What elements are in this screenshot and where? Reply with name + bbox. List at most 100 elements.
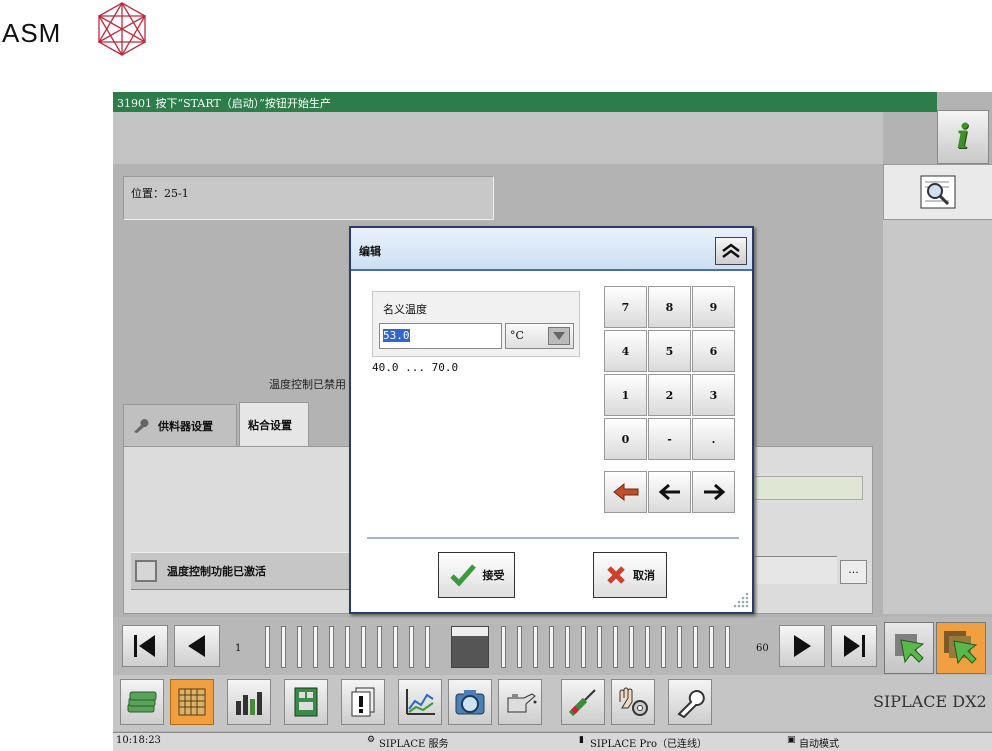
status-service[interactable]: SIPLACE 服务 [379,735,449,750]
prev-page-button[interactable] [174,625,220,667]
zoom-tab[interactable] [883,164,992,220]
unit-select[interactable]: °C [505,323,574,349]
key-4[interactable]: 4 [604,330,647,372]
tab-bonding-settings[interactable]: 粘合设置 [239,402,309,446]
cancel-label: 取消 [633,569,655,582]
position-display: 位置：25-1 [123,176,494,220]
key-6[interactable]: 6 [692,330,735,372]
key-8[interactable]: 8 [648,286,691,328]
asm-logo-icon [97,1,147,57]
status-mode: 自动模式 [799,739,839,750]
green-arrow-icon [895,634,925,664]
place-button[interactable] [936,622,986,674]
path-field [753,556,837,584]
oil-can-tool-button[interactable] [498,679,542,725]
brand-header: ASM [0,0,160,60]
status-connection[interactable]: SIPLACE Pro（已连线） [590,735,707,750]
bar-chart-tool-button[interactable] [227,679,271,725]
arrow-left-icon [658,483,680,501]
oil-can-icon [507,693,537,713]
money-tool-button[interactable] [120,679,164,725]
bar-chart-icon [236,692,262,715]
backspace-icon [612,482,638,502]
board-tool-button[interactable] [284,679,328,725]
service-icon: ⚙ [367,735,376,745]
tab-feeder-settings[interactable]: 供料器设置 [123,404,237,446]
brand-name: ASM [2,18,62,48]
collapse-icon [722,243,740,258]
key-3[interactable]: 3 [692,374,735,416]
info-button[interactable]: i [937,110,989,164]
tab-label: 供料器设置 [158,419,213,433]
key-9[interactable]: 9 [692,286,735,328]
browse-button[interactable]: ... [840,560,867,584]
wrench-icon [134,418,149,433]
key-2[interactable]: 2 [648,374,691,416]
arrow-right-icon [703,483,725,501]
grid-tool-button[interactable] [170,679,214,725]
checkmark-icon [449,564,476,587]
first-page-button[interactable] [122,625,168,667]
resize-grip-icon[interactable] [729,588,751,610]
screwdriver-icon [568,689,596,717]
backspace-key[interactable] [604,471,647,513]
status-bar: 10:18:23 ⚙ SIPLACE 服务 ▮ SIPLACE Pro（已连线）… [113,732,992,751]
wrench-tool-button[interactable] [668,679,712,725]
unit-value: °C [510,329,524,342]
cursor-left-key[interactable] [648,471,691,513]
key-7[interactable]: 7 [604,286,647,328]
value-range: 40.0 ... 70.0 [372,361,459,374]
header-band [113,112,883,164]
pick-up-button[interactable] [884,622,934,674]
key-0[interactable]: 0 [604,418,647,460]
collapse-button[interactable] [715,237,747,265]
machine-name: SIPLACE DX2 [873,692,987,711]
hand-gear-tool-button[interactable] [611,679,655,725]
cursor-right-key[interactable] [692,471,735,513]
hand-gear-icon [619,687,648,716]
board-icon [294,687,318,717]
key-minus[interactable]: - [648,418,691,460]
wrench-tool-icon [677,690,705,718]
dialog-title: 编辑 [351,228,752,271]
grid-icon [178,688,206,716]
page-scale[interactable] [265,626,759,668]
info-icon: i [956,117,970,157]
accept-button[interactable]: 接受 [438,552,515,598]
green-arrow-stack-icon [944,631,978,665]
first-page-number: 1 [235,643,242,654]
right-pane [883,164,992,614]
temp-control-checkbox[interactable] [135,560,157,582]
prev-page-icon [188,635,205,657]
status-time: 10:18:23 [116,735,161,746]
zoom-icon [920,175,956,209]
next-page-button[interactable] [779,625,825,667]
current-page-marker [451,626,489,668]
temp-control-checkbox-row[interactable]: 温度控制功能已激活 [131,552,361,590]
last-page-icon [844,635,865,657]
mode-icon: ▣ [787,735,796,745]
line-chart-tool-button[interactable] [398,679,442,725]
cancel-button[interactable]: 取消 [593,552,667,598]
last-page-number: 60 [756,643,769,654]
key-1[interactable]: 1 [604,374,647,416]
temperature-input[interactable]: 53.0 [379,323,502,349]
warning-doc-tool-button[interactable] [341,679,385,725]
temperature-field-group: 名义温度 53.0 °C [372,291,580,357]
camera-tool-button[interactable] [448,679,492,725]
dialog-separator [367,537,739,539]
camera-icon [455,690,485,715]
key-dot[interactable]: . [692,418,735,460]
temp-control-status: 温度控制已禁用 [269,378,346,391]
field-label: 名义温度 [383,303,427,316]
key-5[interactable]: 5 [648,330,691,372]
temperature-value: 53.0 [383,329,410,342]
screwdriver-tool-button[interactable] [561,679,605,725]
last-page-button[interactable] [831,625,877,667]
accept-label: 接受 [482,569,505,582]
next-page-icon [794,635,811,657]
line-chart-icon [406,689,435,715]
checkbox-label: 温度控制功能已激活 [167,565,266,578]
cross-icon [607,566,625,584]
dropdown-arrow-icon [548,327,570,345]
